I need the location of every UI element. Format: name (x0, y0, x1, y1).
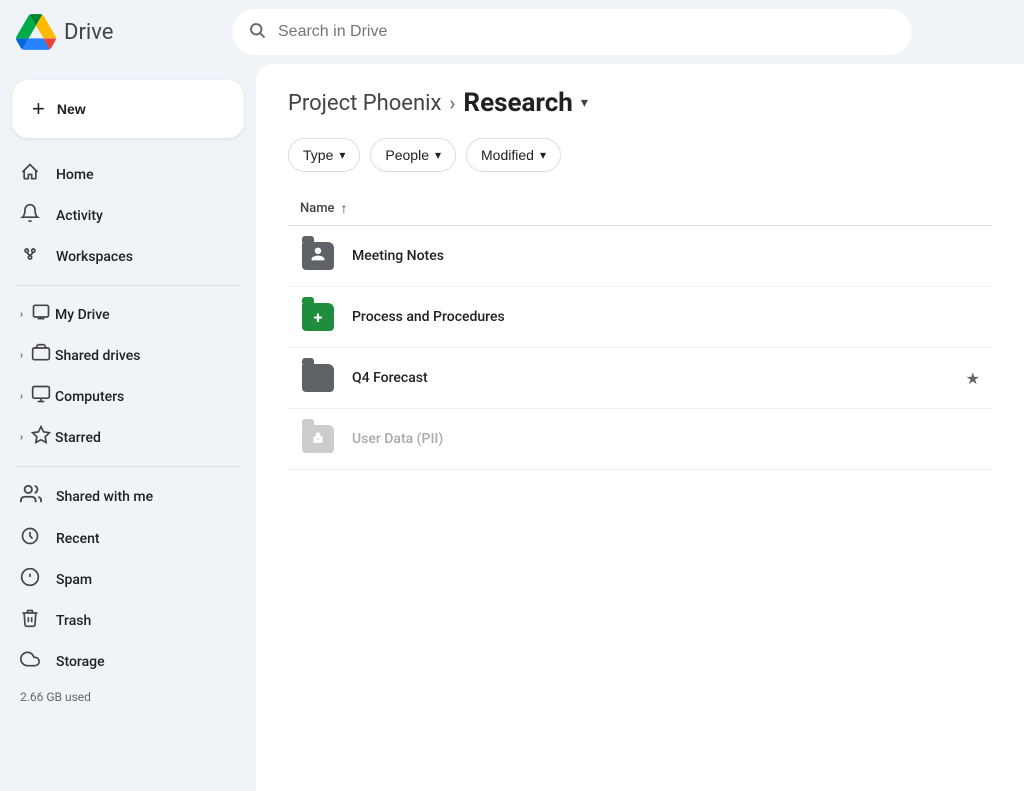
my-drive-expand-icon: › (20, 309, 23, 320)
my-drive-icon (31, 302, 51, 327)
drive-logo-icon (16, 12, 56, 52)
sidebar-item-spam-label: Spam (56, 572, 92, 588)
main-layout: + New Home Activity (0, 64, 1024, 791)
filter-type-label: Type (303, 147, 333, 163)
sidebar-item-workspaces-label: Workspaces (56, 249, 133, 265)
app-title: Drive (64, 20, 113, 45)
logo-area: Drive (16, 12, 216, 52)
sidebar-item-trash[interactable]: Trash (0, 600, 240, 641)
meeting-notes-icon (300, 238, 336, 274)
table-header: Name ↑ (288, 192, 992, 226)
storage-info: 2.66 GB used (0, 682, 256, 712)
workspaces-icon (20, 244, 40, 269)
sidebar-item-storage[interactable]: Storage (0, 641, 240, 682)
breadcrumb-dropdown-icon[interactable]: ▾ (581, 95, 588, 111)
sidebar-item-recent[interactable]: Recent (0, 518, 240, 559)
sidebar-item-starred[interactable]: › Starred (0, 417, 240, 458)
starred-expand-icon: › (20, 432, 23, 443)
filter-modified-button[interactable]: Modified ▾ (466, 138, 561, 172)
sidebar-item-computers-label: Computers (55, 389, 124, 405)
home-icon (20, 162, 40, 187)
name-column-header[interactable]: Name ↑ (300, 200, 980, 217)
spam-icon (20, 567, 40, 592)
breadcrumb-separator-icon: › (449, 91, 455, 115)
q4-forecast-icon (300, 360, 336, 396)
sidebar-divider-2 (16, 466, 240, 467)
filter-modified-chevron-icon: ▾ (540, 148, 546, 162)
people-icon (20, 483, 40, 510)
user-data-pii-filename: User Data (PII) (352, 431, 980, 447)
clock-icon (20, 526, 40, 551)
meeting-notes-filename: Meeting Notes (352, 248, 980, 264)
shared-drives-icon (31, 343, 51, 368)
file-row[interactable]: User Data (PII) (288, 409, 992, 470)
sidebar-item-starred-label: Starred (55, 430, 101, 446)
breadcrumb-current[interactable]: Research (463, 88, 572, 118)
sidebar-item-workspaces[interactable]: Workspaces (0, 236, 240, 277)
process-procedures-filename: Process and Procedures (352, 309, 980, 325)
sort-arrow-icon: ↑ (341, 200, 348, 217)
sidebar-item-activity[interactable]: Activity (0, 195, 240, 236)
file-row[interactable]: + Process and Procedures (288, 287, 992, 348)
storage-used-text: 2.66 GB used (20, 690, 91, 704)
file-row[interactable]: Meeting Notes (288, 226, 992, 287)
user-data-pii-icon (300, 421, 336, 457)
search-input[interactable] (278, 23, 896, 41)
search-icon (248, 21, 266, 44)
new-button-label: New (57, 101, 86, 117)
filter-people-chevron-icon: ▾ (435, 148, 441, 162)
sidebar: + New Home Activity (0, 64, 256, 791)
filters-bar: Type ▾ People ▾ Modified ▾ (288, 138, 992, 172)
content-area: Project Phoenix › Research ▾ Type ▾ Peop… (256, 64, 1024, 791)
lock-icon (311, 430, 325, 448)
process-procedures-icon: + (300, 299, 336, 335)
filter-people-label: People (385, 147, 429, 163)
sidebar-item-activity-label: Activity (56, 208, 103, 224)
folder-plus-icon: + (314, 308, 323, 327)
computers-expand-icon: › (20, 391, 23, 402)
breadcrumb-parent[interactable]: Project Phoenix (288, 91, 441, 116)
starred-icon[interactable]: ★ (966, 369, 980, 388)
file-row[interactable]: Q4 Forecast ★ (288, 348, 992, 409)
sidebar-item-spam[interactable]: Spam (0, 559, 240, 600)
bell-icon (20, 203, 40, 228)
filter-modified-label: Modified (481, 147, 534, 163)
new-button[interactable]: + New (12, 80, 244, 138)
breadcrumb: Project Phoenix › Research ▾ (288, 88, 992, 118)
plus-icon: + (32, 96, 45, 122)
sidebar-item-my-drive-label: My Drive (55, 307, 110, 323)
search-bar[interactable] (232, 9, 912, 55)
sidebar-item-home-label: Home (56, 167, 94, 183)
sidebar-item-shared-with-me-label: Shared with me (56, 489, 153, 505)
trash-icon (20, 608, 40, 633)
top-bar: Drive (0, 0, 1024, 64)
filter-people-button[interactable]: People ▾ (370, 138, 456, 172)
sidebar-item-home[interactable]: Home (0, 154, 240, 195)
name-column-label: Name (300, 201, 335, 216)
sidebar-item-my-drive[interactable]: › My Drive (0, 294, 240, 335)
star-icon (31, 425, 51, 450)
sidebar-item-trash-label: Trash (56, 613, 91, 629)
folder-person-icon (310, 246, 326, 266)
cloud-icon (20, 649, 40, 674)
sidebar-item-computers[interactable]: › Computers (0, 376, 240, 417)
sidebar-item-storage-label: Storage (56, 654, 105, 670)
sidebar-item-shared-drives-label: Shared drives (55, 348, 140, 364)
sidebar-item-shared-with-me[interactable]: Shared with me (0, 475, 240, 518)
computer-icon (31, 384, 51, 409)
sidebar-divider-1 (16, 285, 240, 286)
filter-type-button[interactable]: Type ▾ (288, 138, 360, 172)
shared-drives-expand-icon: › (20, 350, 23, 361)
q4-forecast-filename: Q4 Forecast (352, 370, 942, 386)
filter-type-chevron-icon: ▾ (339, 148, 345, 162)
sidebar-item-recent-label: Recent (56, 531, 100, 547)
sidebar-item-shared-drives[interactable]: › Shared drives (0, 335, 240, 376)
